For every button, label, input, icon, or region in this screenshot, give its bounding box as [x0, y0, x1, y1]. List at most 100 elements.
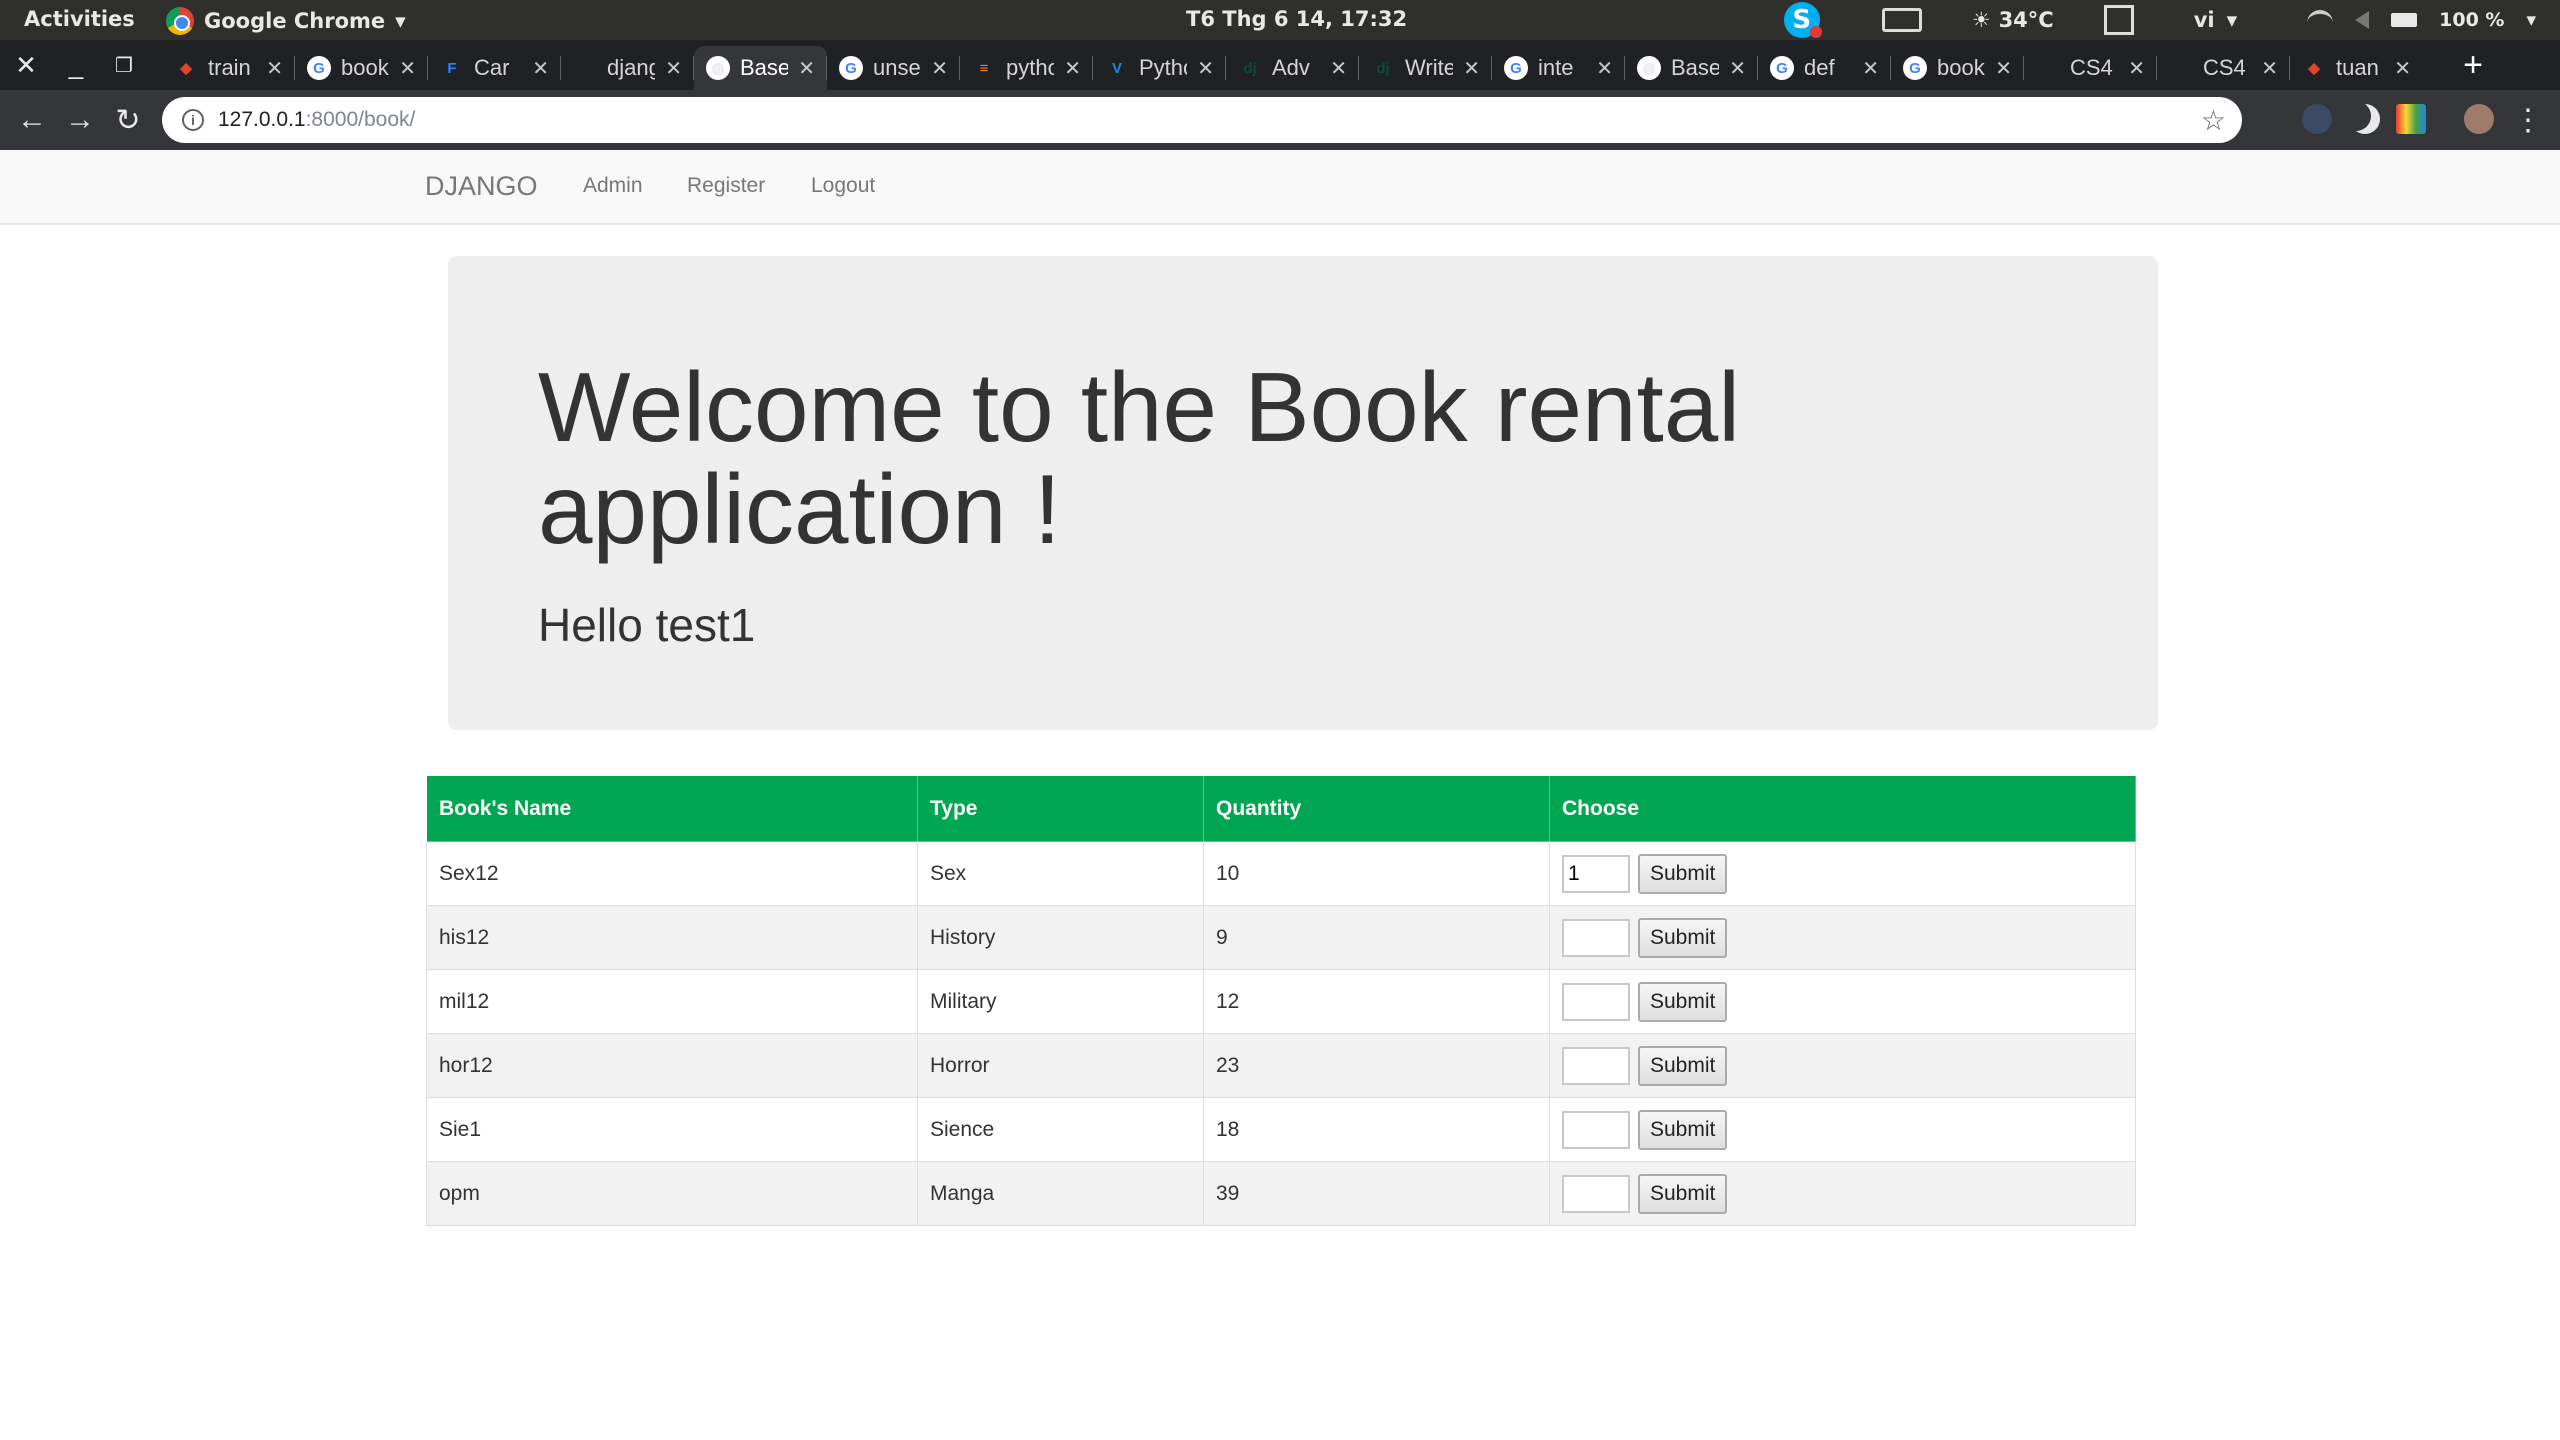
close-tab-icon[interactable]: ✕	[1596, 56, 1613, 81]
minimize-window-icon[interactable]: _	[52, 40, 100, 90]
browser-tab[interactable]: django ✕	[561, 46, 694, 90]
browser-tab[interactable]: Gbook ✕	[1891, 46, 2024, 90]
chrome-menu-icon[interactable]: ⋮	[2504, 90, 2552, 150]
back-arrow-icon[interactable]: ←	[8, 90, 56, 150]
close-tab-icon[interactable]: ✕	[1330, 56, 1347, 81]
submit-button[interactable]: Submit	[1638, 1045, 1728, 1086]
rent-quantity-input[interactable]	[1562, 918, 1630, 957]
close-tab-icon[interactable]: ✕	[1995, 56, 2012, 81]
book-name-cell: his12	[426, 905, 918, 970]
restore-window-icon[interactable]: ❐	[100, 40, 148, 90]
submit-button[interactable]: Submit	[1638, 853, 1728, 894]
battery-icon	[2391, 13, 2418, 27]
browser-tab[interactable]: V Python ✕	[1093, 46, 1226, 90]
close-tab-icon[interactable]: ✕	[532, 56, 549, 81]
book-quantity-cell: 39	[1203, 1161, 1550, 1226]
rent-quantity-input[interactable]	[1562, 1046, 1630, 1085]
close-tab-icon[interactable]: ✕	[665, 56, 682, 81]
weather-indicator[interactable]: ☀ 34°C	[1972, 0, 2054, 40]
wifi-icon	[2307, 10, 2334, 30]
browser-tab[interactable]: CS4 ✕	[2157, 46, 2290, 90]
close-tab-icon[interactable]: ✕	[2261, 56, 2278, 81]
rent-quantity-input[interactable]	[1562, 854, 1630, 893]
forward-arrow-icon[interactable]: →	[56, 90, 104, 150]
rent-quantity-input[interactable]	[1562, 1110, 1630, 1149]
submit-button[interactable]: Submit	[1638, 917, 1728, 958]
new-tab-button[interactable]: +	[2448, 40, 2498, 90]
close-tab-icon[interactable]: ✕	[2128, 56, 2145, 81]
browser-tab[interactable]: Gbook ✕	[295, 46, 428, 90]
weather-temperature: 34°C	[1998, 8, 2054, 32]
close-tab-icon[interactable]: ✕	[266, 56, 283, 81]
browser-tab[interactable]: CS4 ✕	[2024, 46, 2157, 90]
url-host: 127.0.0.1	[218, 108, 306, 131]
drive-icon[interactable]	[1881, 8, 1922, 32]
color-picker-icon[interactable]	[2396, 104, 2426, 134]
globe-icon: ◍	[706, 56, 730, 80]
close-tab-icon[interactable]: ✕	[1862, 56, 1879, 81]
chevron-down-icon: ▾	[2526, 9, 2536, 31]
table-row: hor12 Horror 23 Submit	[426, 1033, 2136, 1098]
submit-button[interactable]: Submit	[1638, 1109, 1728, 1150]
browser-tab[interactable]: F Car ✕	[428, 46, 561, 90]
site-info-icon[interactable]: i	[182, 109, 204, 131]
tab-title: Write	[1405, 55, 1454, 80]
browser-tab[interactable]: ◆ train ✕	[162, 46, 295, 90]
browser-tab[interactable]: ◆ tuan ✕	[2290, 46, 2423, 90]
book-type-cell: Military	[917, 969, 1204, 1034]
volume-icon	[2355, 11, 2370, 29]
app-menu[interactable]: Google Chrome ▾	[166, 7, 406, 35]
nav-link-register[interactable]: Register	[687, 174, 765, 198]
nav-link-admin[interactable]: Admin	[583, 174, 643, 198]
browser-tab[interactable]: dj Adv ✕	[1226, 46, 1359, 90]
close-tab-icon[interactable]: ✕	[798, 56, 815, 81]
browser-tab[interactable]: Gdef ✕	[1758, 46, 1891, 90]
django-icon: dj	[1376, 59, 1390, 77]
calendar-icon[interactable]	[2103, 5, 2134, 35]
skype-icon[interactable]: S	[1783, 2, 1822, 38]
url-path: :8000/book/	[305, 108, 416, 131]
activities-button[interactable]: Activities	[24, 7, 135, 31]
browser-tab[interactable]: Gunset ✕	[827, 46, 960, 90]
browser-tab[interactable]: dj Write ✕	[1359, 46, 1492, 90]
google-icon: G	[307, 56, 331, 80]
submit-button[interactable]: Submit	[1638, 1173, 1728, 1214]
submit-button[interactable]: Submit	[1638, 981, 1728, 1022]
rent-quantity-input[interactable]	[1562, 1174, 1630, 1213]
site-brand[interactable]: DJANGO	[425, 171, 538, 202]
close-tab-icon[interactable]: ✕	[2394, 56, 2411, 81]
google-icon: G	[839, 56, 863, 80]
bookmark-star-icon[interactable]: ☆	[2201, 104, 2226, 137]
profile-avatar[interactable]	[2464, 104, 2494, 134]
close-tab-icon[interactable]: ✕	[399, 56, 416, 81]
browser-tab[interactable]: ◍ Base ✕	[694, 46, 827, 90]
nav-link-logout[interactable]: Logout	[811, 174, 875, 198]
language-indicator[interactable]: vi ▾	[2194, 0, 2237, 40]
close-window-icon[interactable]: ✕	[2, 40, 50, 90]
gitlab-icon: ◆	[2308, 60, 2320, 77]
close-tab-icon[interactable]: ✕	[931, 56, 948, 81]
google-icon: G	[1903, 56, 1927, 80]
rent-quantity-input[interactable]	[1562, 982, 1630, 1021]
close-tab-icon[interactable]: ✕	[1729, 56, 1746, 81]
address-bar[interactable]: i 127.0.0.1:8000/book/ ☆	[162, 97, 2242, 143]
dark-mode-icon[interactable]	[2350, 104, 2380, 134]
tab-strip: ✕ _ ❐ ◆train✕Gbook✕FCar✕django✕◍Base✕Gun…	[0, 40, 2560, 90]
book-name-cell: opm	[426, 1161, 918, 1226]
close-tab-icon[interactable]: ✕	[1064, 56, 1081, 81]
book-type-cell: Sex	[917, 841, 1204, 906]
extension-shield-icon[interactable]	[2302, 104, 2332, 134]
browser-tab[interactable]: ≡ python ✕	[960, 46, 1093, 90]
system-menu[interactable]: 100 % ▾	[2307, 0, 2536, 40]
clock[interactable]: T6 Thg 6 14, 17:32	[1186, 7, 1407, 31]
close-tab-icon[interactable]: ✕	[1197, 56, 1214, 81]
jira-icon: F	[447, 59, 457, 77]
browser-tab[interactable]: ◍ Base ✕	[1625, 46, 1758, 90]
reload-icon[interactable]: ↻	[104, 90, 152, 150]
close-tab-icon[interactable]: ✕	[1463, 56, 1480, 81]
table-row: Sex12Sex10 Submit	[426, 841, 2136, 906]
site-navbar: DJANGO Admin Register Logout	[0, 150, 2560, 225]
globe-icon: ◍	[1637, 56, 1661, 80]
web-page: DJANGO Admin Register Logout Welcome to …	[0, 150, 2560, 1440]
browser-tab[interactable]: Ginte ✕	[1492, 46, 1625, 90]
